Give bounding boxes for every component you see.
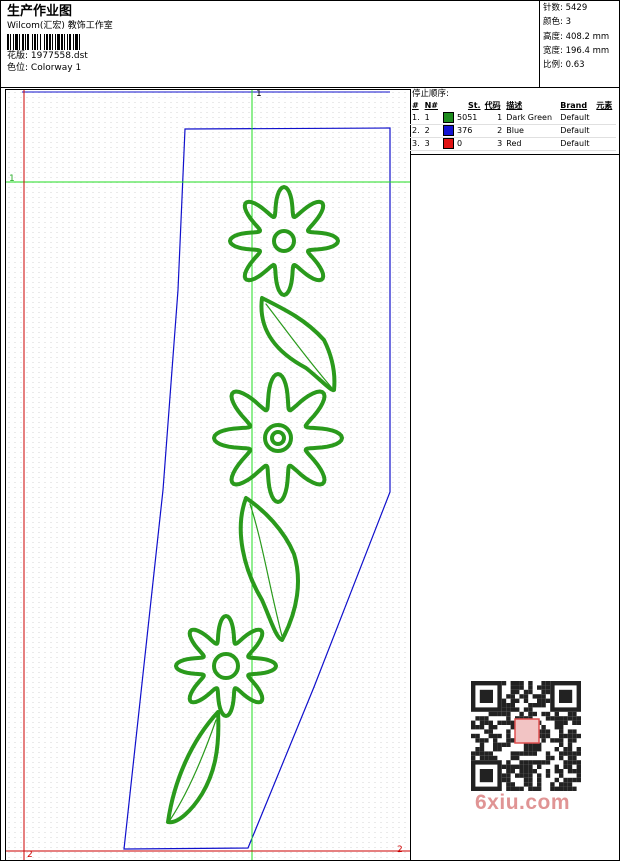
row-code: 3: [482, 137, 505, 151]
color-swatch: [443, 138, 455, 149]
flower-middle-center-inner: [270, 430, 286, 446]
row-needle: 2: [422, 124, 442, 138]
col-element: 元素: [596, 101, 613, 110]
flower-middle-petals: [212, 372, 344, 504]
color-table-header: # N# St. 代码 描述 Brand 元素: [410, 100, 616, 112]
design-label: 花版:: [7, 51, 29, 61]
col-stitches: St.: [467, 101, 481, 110]
colorway-value: Colorway 1: [30, 63, 82, 73]
color-table-row: 2. 2 376 2 Blue Default: [410, 124, 616, 138]
panel-divider: [410, 154, 619, 155]
header-left: 生产作业图 Wilcom(汇宏) 教饰工作室 花版: 1977558.dst 色…: [7, 4, 113, 74]
guide-label-top: 1: [256, 89, 262, 99]
row-needle: 1: [422, 112, 442, 125]
col-needle: N#: [424, 101, 439, 110]
flower-top: [228, 185, 340, 297]
design-line: 花版: 1977558.dst: [7, 50, 113, 62]
stat-scale: 比例: 0.63: [543, 60, 585, 71]
leaf-middle: [238, 496, 300, 642]
row-stitches: 0: [441, 137, 483, 151]
row-description: Dark Green: [504, 112, 559, 125]
color-table: # N# St. 代码 描述 Brand 元素 1. 1 5051 1 Dark Gr…: [410, 100, 616, 151]
flower-bottom-petals: [174, 614, 278, 718]
row-stitches: 5051: [441, 112, 483, 125]
color-swatch: [443, 125, 455, 136]
company-name: Wilcom(汇宏) 教饰工作室: [7, 21, 113, 31]
qr-code: [471, 681, 581, 791]
guide-label-left: 1: [9, 174, 15, 184]
barcode: [7, 34, 113, 50]
col-index: #: [412, 101, 419, 110]
design-canvas: 1 1 2 2: [5, 89, 411, 861]
guide-label-bottom-left: 2: [27, 850, 33, 860]
stat-width: 宽度: 196.4 mm: [543, 45, 610, 56]
stat-stitches: 针数: 5429: [543, 3, 588, 13]
row-index: 1.: [410, 112, 423, 125]
leaf-bottom: [166, 710, 221, 825]
page-title: 生产作业图: [7, 4, 73, 19]
production-sheet: 生产作业图 Wilcom(汇宏) 教饰工作室 花版: 1977558.dst 色…: [0, 0, 620, 861]
colorway-label: 色位:: [7, 63, 29, 73]
flower-middle: [212, 372, 344, 504]
row-description: Blue: [504, 124, 559, 138]
col-brand: Brand: [560, 101, 588, 110]
row-brand: Default: [558, 137, 595, 151]
stop-sequence-title: 停止顺序:: [412, 89, 449, 99]
watermark-text: 6xiu.com: [475, 791, 571, 814]
row-stitches: 376: [441, 124, 483, 138]
hoop-outline: [123, 127, 391, 850]
flower-bottom: [174, 614, 278, 718]
row-code: 1: [482, 112, 505, 125]
stat-height: 高度: 408.2 mm: [543, 31, 610, 42]
color-swatch: [443, 112, 455, 123]
flower-top-center: [272, 229, 296, 253]
col-description: 描述: [506, 101, 523, 110]
row-index: 3.: [410, 137, 423, 151]
design-value: 1977558.dst: [30, 51, 88, 61]
row-needle: 3: [422, 137, 442, 151]
colorway-line: 色位: Colorway 1: [7, 62, 113, 74]
flower-top-petals: [228, 185, 340, 297]
design-drawing: [6, 90, 410, 860]
color-table-row: 1. 1 5051 1 Dark Green Default: [410, 112, 616, 125]
col-code: 代码: [484, 101, 501, 110]
flower-bottom-center: [212, 652, 240, 680]
row-element: [594, 137, 616, 151]
row-brand: Default: [558, 112, 595, 125]
guide-label-bottom-right: 2: [397, 845, 403, 855]
stats-box: 针数: 5429 颜色: 3 高度: 408.2 mm 宽度: 196.4 mm…: [539, 1, 620, 87]
row-element: [594, 112, 616, 125]
row-description: Red: [504, 137, 559, 151]
row-code: 2: [482, 124, 505, 138]
stat-colors: 颜色: 3: [543, 17, 572, 28]
header-divider: [1, 87, 619, 88]
flower-middle-center: [263, 423, 293, 453]
row-brand: Default: [558, 124, 595, 138]
color-table-row: 3. 3 0 3 Red Default: [410, 137, 616, 151]
row-element: [594, 124, 616, 138]
row-index: 2.: [410, 124, 423, 138]
